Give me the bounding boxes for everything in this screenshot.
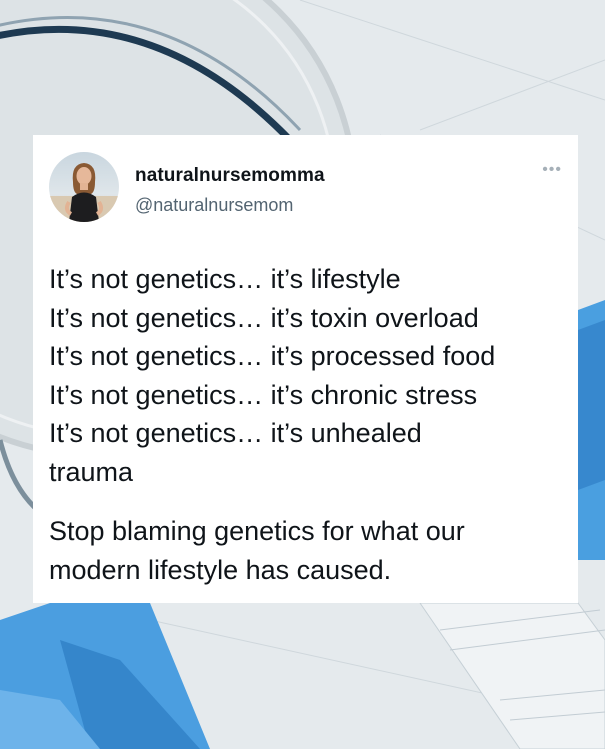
display-name[interactable]: naturalnursemomma [135,165,325,187]
tweet-line: It’s not genetics… it’s toxin overload [49,302,479,333]
tweet-closing: Stop blaming genetics for what our moder… [49,516,465,585]
tweet-body: It’s not genetics… it’s lifestyle It’s n… [49,260,559,491]
tweet-line: It’s not genetics… it’s chronic stress [49,379,478,410]
avatar[interactable] [49,152,119,222]
tweet-card[interactable]: naturalnursemomma @naturalnursemom ••• I… [33,135,578,603]
user-handle[interactable]: @naturalnursemom [135,195,293,216]
ellipsis-icon[interactable]: ••• [542,162,562,178]
tweet-line: It’s not genetics… it’s unhealed trauma [49,418,422,487]
tweet-line: It’s not genetics… it’s lifestyle [49,264,401,294]
tweet-line: It’s not genetics… it’s processed food [49,341,496,371]
